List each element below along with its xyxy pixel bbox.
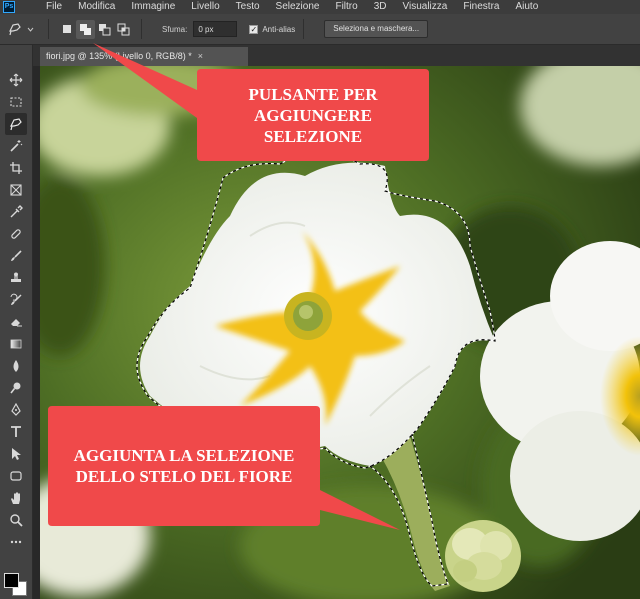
move-tool[interactable] [5, 69, 27, 91]
magic-wand-icon [10, 140, 23, 152]
path-selection-icon [12, 448, 21, 460]
subtract-from-selection-icon [99, 23, 111, 35]
feather-input[interactable] [193, 21, 238, 37]
history-brush-icon [10, 293, 22, 305]
clone-stamp-icon [11, 272, 21, 282]
intersect-selection-icon [117, 23, 130, 35]
menu-livello[interactable]: Livello [183, 0, 227, 14]
marquee-icon [10, 97, 22, 107]
zoom-tool[interactable] [5, 509, 27, 531]
brush-icon [11, 250, 22, 261]
history-brush-tool[interactable] [5, 289, 27, 311]
new-selection-button[interactable] [57, 20, 76, 39]
divider [48, 19, 49, 39]
rectangle-icon [10, 471, 22, 481]
eyedropper-icon [10, 205, 23, 218]
type-tool[interactable] [5, 421, 27, 443]
menu-file[interactable]: File [38, 0, 70, 14]
rectangle-tool[interactable] [5, 465, 27, 487]
healing-tool[interactable] [5, 223, 27, 245]
foreground-color-swatch[interactable] [4, 573, 19, 588]
zoom-icon [10, 514, 23, 527]
new-selection-icon [62, 25, 71, 33]
path-selection-tool[interactable] [5, 443, 27, 465]
tools-panel [0, 45, 33, 599]
document-tabs: fiori.jpg @ 135% (Livello 0, RGB/8) * × [33, 45, 640, 66]
blur-tool[interactable] [5, 355, 27, 377]
antialias-toggle[interactable]: ✓ Anti-alias [249, 24, 296, 34]
marquee-tool[interactable] [5, 91, 27, 113]
hand-icon [11, 492, 20, 504]
frame-icon [10, 184, 22, 196]
more-tools[interactable] [5, 531, 27, 553]
type-icon [11, 426, 21, 437]
menu-items: File Modifica Immagine Livello Testo Sel… [38, 0, 546, 14]
crop-tool[interactable] [5, 157, 27, 179]
gradient-icon [10, 339, 22, 349]
lasso-icon [10, 118, 22, 131]
magic-wand-tool[interactable] [5, 135, 27, 157]
document-tab[interactable]: fiori.jpg @ 135% (Livello 0, RGB/8) * × [40, 47, 248, 66]
add-to-selection-icon [80, 23, 91, 35]
menu-aiuto[interactable]: Aiuto [507, 0, 546, 14]
lasso-tool[interactable] [5, 113, 27, 135]
frame-tool[interactable] [5, 179, 27, 201]
add-to-selection-button[interactable] [76, 19, 95, 39]
callout-top-text: PULSANTE PER AGGIUNGERE SELEZIONE [248, 84, 378, 146]
pen-icon [11, 403, 21, 416]
more-icon [10, 540, 22, 544]
callout-add-selection: PULSANTE PER AGGIUNGERE SELEZIONE [197, 69, 429, 161]
blur-icon [13, 360, 19, 372]
dodge-tool[interactable] [5, 377, 27, 399]
menu-bar: Ps File Modifica Immagine Livello Testo … [0, 0, 640, 14]
document-tab-title: fiori.jpg @ 135% (Livello 0, RGB/8) * [46, 51, 192, 61]
menu-modifica[interactable]: Modifica [70, 0, 123, 14]
hand-tool[interactable] [5, 487, 27, 509]
dodge-icon [10, 382, 21, 394]
callout-bottom-text: AGGIUNTA LA SELEZIONE DELLO STELO DEL FI… [73, 446, 295, 486]
photoshop-logo-icon[interactable]: Ps [0, 0, 18, 14]
menu-immagine[interactable]: Immagine [123, 0, 183, 14]
eraser-icon [11, 319, 22, 327]
antialias-label: Anti-alias [262, 24, 296, 34]
feather-label: Sfuma: [162, 24, 188, 34]
eyedropper-tool[interactable] [5, 201, 27, 223]
antialias-checkbox[interactable]: ✓ [249, 24, 259, 34]
menu-finestra[interactable]: Finestra [455, 0, 507, 14]
menu-selezione[interactable]: Selezione [268, 0, 328, 14]
chevron-down-icon [27, 27, 33, 32]
menu-testo[interactable]: Testo [228, 0, 268, 14]
options-bar: Sfuma: ✓ Anti-alias Seleziona e maschera… [0, 14, 640, 45]
brush-tool[interactable] [5, 245, 27, 267]
divider [303, 19, 305, 39]
clone-stamp-tool[interactable] [5, 267, 27, 289]
select-and-mask-button[interactable]: Seleziona e maschera... [324, 20, 429, 38]
menu-filtro[interactable]: Filtro [327, 0, 365, 14]
subtract-from-selection-button[interactable] [95, 20, 114, 39]
menu-3d[interactable]: 3D [366, 0, 395, 14]
divider [141, 19, 142, 39]
crop-icon [10, 162, 22, 174]
close-icon[interactable]: × [198, 47, 203, 66]
move-icon [9, 73, 23, 87]
callout-stem-selection: AGGIUNTA LA SELEZIONE DELLO STELO DEL FI… [48, 406, 320, 526]
menu-visualizza[interactable]: Visualizza [395, 0, 456, 14]
tool-preset-picker[interactable] [0, 22, 40, 36]
lasso-icon [8, 23, 21, 36]
eraser-tool[interactable] [5, 311, 27, 333]
spot-healing-icon [11, 229, 21, 239]
color-swatches[interactable] [4, 569, 30, 596]
pen-tool[interactable] [5, 399, 27, 421]
intersect-selection-button[interactable] [114, 20, 133, 39]
gradient-tool[interactable] [5, 333, 27, 355]
